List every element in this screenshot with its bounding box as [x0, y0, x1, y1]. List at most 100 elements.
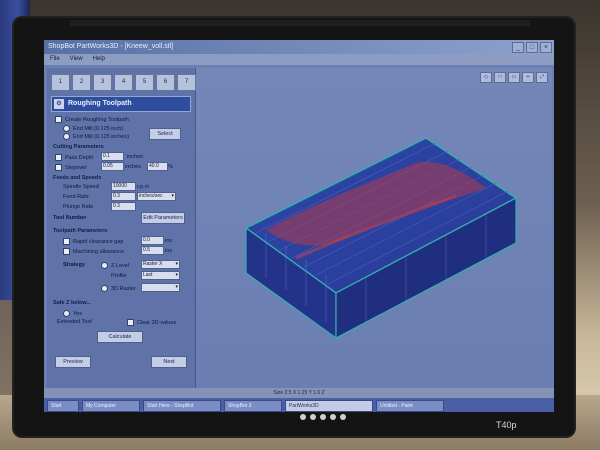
menu-help[interactable]: Help [93, 54, 105, 65]
machining-allowance-field[interactable]: 0.5 [141, 246, 164, 255]
taskbar-item-active[interactable]: PartWorks3D [285, 400, 373, 412]
tool-option-2[interactable]: End Mill (0.125 inches) [63, 133, 129, 140]
indicator-light [300, 414, 306, 420]
clear-values-label: Clear 3D values [137, 319, 177, 326]
toolpath-tool-button[interactable]: 7 [177, 74, 196, 91]
calculate-button[interactable]: Calculate [97, 331, 143, 343]
toolpath-tool-button[interactable]: 6 [156, 74, 175, 91]
spindle-speed-field[interactable]: 10000 [111, 182, 136, 191]
toolpath-tool-button[interactable]: 2 [72, 74, 91, 91]
window-controls: _ □ × [512, 42, 552, 53]
toolpath-tool-button[interactable]: 1 [51, 74, 70, 91]
indicator-light [340, 414, 346, 420]
toolpath-model [244, 137, 518, 340]
checkbox-icon [127, 319, 134, 326]
profile-label: Profile [111, 273, 127, 279]
z-level-option[interactable]: Z Level [101, 262, 129, 269]
radio-icon [63, 310, 70, 317]
radio-icon [63, 125, 70, 132]
toolpath-panel: 1 2 3 4 5 6 7 ⚙ Roughing Toolpath Create … [47, 68, 196, 388]
stepover-field[interactable]: 0.05 [101, 162, 124, 171]
radio-icon [101, 285, 108, 292]
minimize-button[interactable]: _ [512, 42, 524, 53]
radio-icon [101, 262, 108, 269]
taskbar: Start My Computer Start Here - ShopBot S… [44, 398, 554, 412]
next-button[interactable]: Next [151, 356, 187, 368]
feeds-speeds-heading: Feeds and Speeds [53, 175, 102, 181]
window-title: ShopBot PartWorks3D - [Kneew_voll.stl] [48, 43, 174, 50]
checkbox-icon[interactable] [55, 164, 62, 171]
view-front-icon[interactable]: ▭ [508, 72, 520, 83]
view-zoom-icon[interactable]: + [522, 72, 534, 83]
rapid-clearance-label: Rapid clearance gap [73, 238, 124, 245]
laptop-indicator-row [300, 412, 350, 422]
panel-header-title: Roughing Toolpath [68, 100, 132, 107]
select-button[interactable]: Select [149, 128, 181, 140]
yes-option[interactable]: Yes [63, 310, 82, 317]
pass-depth-field[interactable]: 0.1 [101, 152, 124, 161]
tool-option-1[interactable]: End Mill (0.125 inch) [63, 125, 123, 132]
create-toolpath-checkbox[interactable]: Create Roughing Toolpath [55, 116, 129, 123]
taskbar-item[interactable]: My Computer [82, 400, 140, 412]
taskbar-item[interactable]: Untitled - Paint [376, 400, 444, 412]
close-button[interactable]: × [540, 42, 552, 53]
view-iso-icon[interactable]: ◇ [480, 72, 492, 83]
toolpath-tool-button[interactable]: 4 [114, 74, 133, 91]
stepover-percent-field[interactable]: 40.0 [147, 162, 168, 171]
safe-z-heading: Safe Z below... [53, 300, 91, 306]
stepover-unit: inches [125, 164, 141, 170]
window-titlebar[interactable]: ShopBot PartWorks3D - [Kneew_voll.stl] _… [44, 40, 554, 54]
z-level-dropdown[interactable]: Raster X [141, 260, 180, 269]
menu-bar: File View Help [44, 54, 554, 65]
clear-values-option[interactable]: Clear 3D values [127, 319, 176, 326]
strategy-label: Strategy [63, 262, 86, 268]
screen: ShopBot PartWorks3D - [Kneew_voll.stl] _… [44, 40, 554, 412]
tool-number-label: Tool Number [53, 215, 87, 221]
raster-label: 3D Raster [111, 285, 136, 292]
edit-parameters-button[interactable]: Edit Parameters [141, 212, 185, 224]
panel-toolbar: 1 2 3 4 5 6 7 [51, 74, 196, 91]
view-top-icon[interactable]: □ [494, 72, 506, 83]
pass-depth-unit: inches [127, 154, 143, 160]
rapid-clearance-field[interactable]: 0.0 [141, 236, 164, 245]
taskbar-item[interactable]: ShopBot 3 [224, 400, 282, 412]
feed-rate-field[interactable]: 0.3 [111, 192, 136, 201]
menu-file[interactable]: File [50, 54, 60, 65]
pass-depth-row: Pass Depth [55, 154, 93, 161]
checkbox-icon[interactable] [55, 154, 62, 161]
tool-option-label: End Mill (0.125 inch) [73, 125, 124, 132]
plunge-rate-label: Plunge Rate [63, 204, 94, 210]
raster-dropdown[interactable] [141, 283, 180, 292]
menu-view[interactable]: View [70, 54, 83, 65]
laptop-lid-latch [70, 20, 530, 26]
feed-unit-dropdown[interactable]: inches/sec [137, 192, 176, 201]
checkbox-icon[interactable] [63, 238, 70, 245]
maximize-button[interactable]: □ [526, 42, 538, 53]
taskbar-item[interactable]: Start Here - ShopBot [143, 400, 221, 412]
feed-rate-label: Feed Rate [63, 194, 89, 200]
toolpath-tool-button[interactable]: 3 [93, 74, 112, 91]
stepover-label: Stepover [65, 164, 88, 171]
3d-view[interactable]: ◇ □ ▭ + ⤢ [196, 68, 552, 388]
create-toolpath-label: Create Roughing Toolpath [65, 116, 129, 123]
preview-button[interactable]: Preview [55, 356, 91, 368]
plunge-rate-field[interactable]: 0.3 [111, 202, 136, 211]
profile-dropdown[interactable]: Last [141, 271, 180, 280]
stepover-row: Stepover [55, 164, 87, 171]
panel-header: ⚙ Roughing Toolpath [51, 96, 191, 112]
yes-label: Yes [73, 310, 82, 317]
z-level-label: Z Level [111, 262, 130, 269]
spindle-speed-unit: r.p.m [137, 184, 150, 190]
machining-allowance-label: Machining allowance [73, 248, 125, 255]
raster-option[interactable]: 3D Raster [101, 285, 136, 292]
indicator-light [320, 414, 326, 420]
checkbox-icon[interactable] [63, 248, 70, 255]
status-bar: Size 2.5 X 1.25 Y 1.6 Z [44, 388, 554, 398]
view-fit-icon[interactable]: ⤢ [536, 72, 548, 83]
start-button[interactable]: Start [47, 400, 79, 412]
laptop-model-label: T40p [496, 420, 517, 430]
toolpath-tool-button[interactable]: 5 [135, 74, 154, 91]
indicator-light [330, 414, 336, 420]
pass-depth-label: Pass Depth [65, 154, 94, 161]
radio-icon [63, 133, 70, 140]
